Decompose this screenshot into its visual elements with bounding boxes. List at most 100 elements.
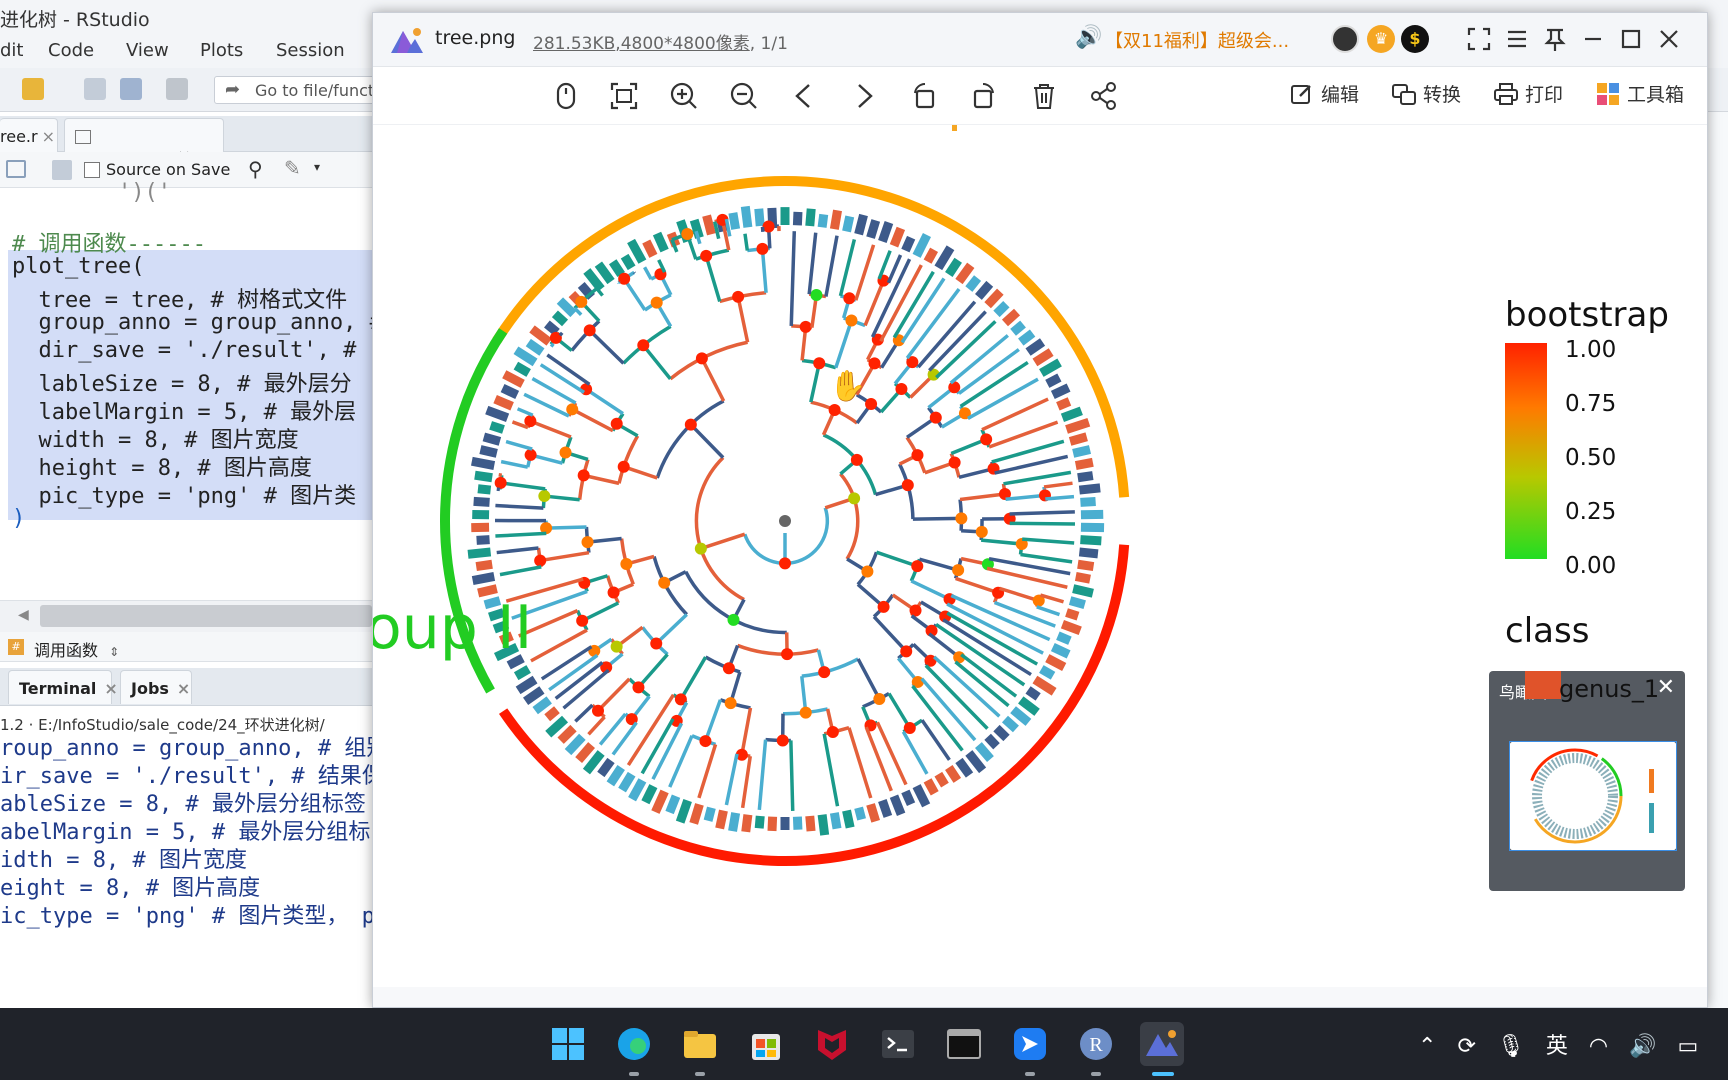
rotate-left-icon[interactable]	[907, 79, 941, 113]
overview-panel[interactable]: 鸟瞰图 genus_1 ✕	[1489, 671, 1685, 891]
convert-button[interactable]: 转换	[1391, 67, 1481, 125]
maximize-icon[interactable]	[1615, 23, 1647, 55]
wifi-icon[interactable]: ◠	[1589, 1034, 1608, 1059]
chevron-down-icon[interactable]: ▾	[314, 160, 320, 174]
share-icon[interactable]	[1087, 79, 1121, 113]
save-all-icon[interactable]	[120, 78, 142, 100]
previous-icon[interactable]	[787, 79, 821, 113]
close-icon[interactable]	[1653, 23, 1685, 55]
delete-icon[interactable]	[1027, 79, 1061, 113]
viewer-icon[interactable]	[1140, 1022, 1184, 1066]
ime-indicator[interactable]: 英	[1546, 1034, 1568, 1059]
menu-code[interactable]: Code	[48, 40, 94, 61]
fit-window-icon[interactable]	[607, 79, 641, 113]
zoom-out-icon[interactable]	[727, 79, 761, 113]
tab-terminal[interactable]: Terminal ×	[8, 670, 118, 704]
tip-tile	[993, 300, 1010, 318]
speaker-icon[interactable]: 🔊	[1075, 25, 1102, 50]
source-on-save-checkbox[interactable]: Source on Save	[84, 160, 230, 179]
tab-jobs[interactable]: Jobs ×	[120, 670, 192, 704]
code-line: plot_tree(	[12, 254, 145, 279]
r-icon[interactable]: R	[1074, 1022, 1118, 1066]
close-icon[interactable]: ×	[104, 679, 117, 698]
console-output[interactable]: roup_anno = group_anno, # 组别 ir_save = '…	[0, 736, 372, 1004]
checkbox-box[interactable]	[84, 162, 100, 178]
console-icon[interactable]	[942, 1022, 986, 1066]
mcafee-icon[interactable]	[810, 1022, 854, 1066]
next-icon[interactable]	[847, 79, 881, 113]
tree-branch	[700, 357, 726, 402]
minimize-icon[interactable]	[1577, 23, 1609, 55]
close-icon[interactable]: ×	[42, 127, 55, 146]
rotate-right-icon[interactable]	[967, 79, 1001, 113]
tip-tile	[545, 715, 569, 738]
image-dimensions[interactable]: ,4800*4800像素	[615, 34, 749, 54]
menu-edit[interactable]: dit	[0, 40, 23, 61]
menu-session[interactable]: Session	[276, 40, 345, 61]
tip-tile	[715, 809, 728, 830]
tree-branch	[655, 613, 688, 645]
zoom-in-icon[interactable]	[667, 79, 701, 113]
mouse-mode-icon[interactable]	[549, 79, 583, 113]
battery-icon[interactable]: ▭	[1677, 1034, 1698, 1059]
search-icon[interactable]: ⚲	[248, 157, 263, 181]
updown-icon[interactable]: ⇕	[109, 645, 119, 659]
terminal-icon[interactable]	[876, 1022, 920, 1066]
tab-group-anno[interactable]: group_anno×	[64, 118, 224, 165]
toolbox-button[interactable]: 工具箱	[1595, 67, 1705, 125]
tree-branch	[546, 525, 587, 530]
bootstrap-node	[538, 490, 551, 503]
coin-icon[interactable]: $	[1401, 25, 1429, 53]
print-button[interactable]: 打印	[1493, 67, 1583, 125]
magic-wand-icon[interactable]: ✎	[284, 156, 301, 180]
running-indicator	[1091, 1072, 1101, 1076]
show-in-window-icon[interactable]	[6, 160, 26, 178]
tree-branch	[877, 250, 892, 280]
close-icon[interactable]: ✕	[1657, 675, 1675, 700]
console-tabs: Terminal × Jobs ×	[0, 668, 372, 706]
edit-button[interactable]: 编辑	[1289, 67, 1379, 125]
save-icon[interactable]	[84, 78, 106, 100]
editor-horizontal-scrollbar[interactable]: ◀	[0, 600, 372, 632]
file-size[interactable]: 281.53KB	[533, 34, 615, 54]
promo-banner[interactable]: 【双11福利】超级会...	[1105, 27, 1289, 53]
tree-branch	[789, 231, 797, 326]
avatar-icon[interactable]	[1331, 25, 1359, 53]
tip-tile	[471, 572, 496, 586]
tree-branch	[959, 492, 1006, 502]
menu-view[interactable]: View	[126, 40, 169, 61]
tip-tile	[1050, 383, 1071, 400]
tab-tree-r[interactable]: ree.r ×	[0, 118, 58, 152]
volume-icon[interactable]: 🔊	[1629, 1034, 1656, 1059]
microphone-icon[interactable]: 🎙	[1497, 1034, 1525, 1059]
tree-branch	[760, 248, 768, 293]
scroll-left-icon[interactable]: ◀	[18, 607, 29, 623]
save-icon[interactable]	[52, 160, 72, 180]
current-function[interactable]: 调用函数	[34, 641, 98, 660]
store-icon[interactable]	[744, 1022, 788, 1066]
fullscreen-icon[interactable]	[1463, 23, 1495, 55]
vip-badge-icon[interactable]: ♛	[1367, 25, 1395, 53]
open-file-icon[interactable]	[22, 78, 44, 100]
tip-tile	[955, 757, 974, 778]
show-hidden-icons[interactable]: ⌃	[1418, 1034, 1436, 1059]
tip-tile	[474, 470, 493, 483]
menu-plots[interactable]: Plots	[200, 40, 243, 61]
explorer-icon[interactable]	[678, 1022, 722, 1066]
close-icon[interactable]: ×	[177, 679, 190, 698]
print-icon[interactable]	[166, 78, 188, 100]
tip-tile	[984, 288, 1004, 309]
scrollbar-thumb[interactable]	[40, 605, 372, 627]
bootstrap-node	[534, 554, 547, 567]
feishu-icon[interactable]	[1008, 1022, 1052, 1066]
overview-thumbnail[interactable]	[1508, 740, 1678, 852]
sync-icon[interactable]: ⟳	[1457, 1034, 1475, 1059]
toolbox-icon	[1597, 83, 1619, 105]
tip-tile	[651, 789, 669, 814]
bootstrap-node	[699, 735, 712, 748]
code-editor[interactable]: ')(' # 调用函数------ plot_tree( tree = tree…	[0, 180, 383, 600]
pin-icon[interactable]	[1539, 23, 1571, 55]
menu-icon[interactable]	[1501, 23, 1533, 55]
edge-icon[interactable]	[612, 1022, 656, 1066]
start-icon[interactable]	[546, 1022, 590, 1066]
